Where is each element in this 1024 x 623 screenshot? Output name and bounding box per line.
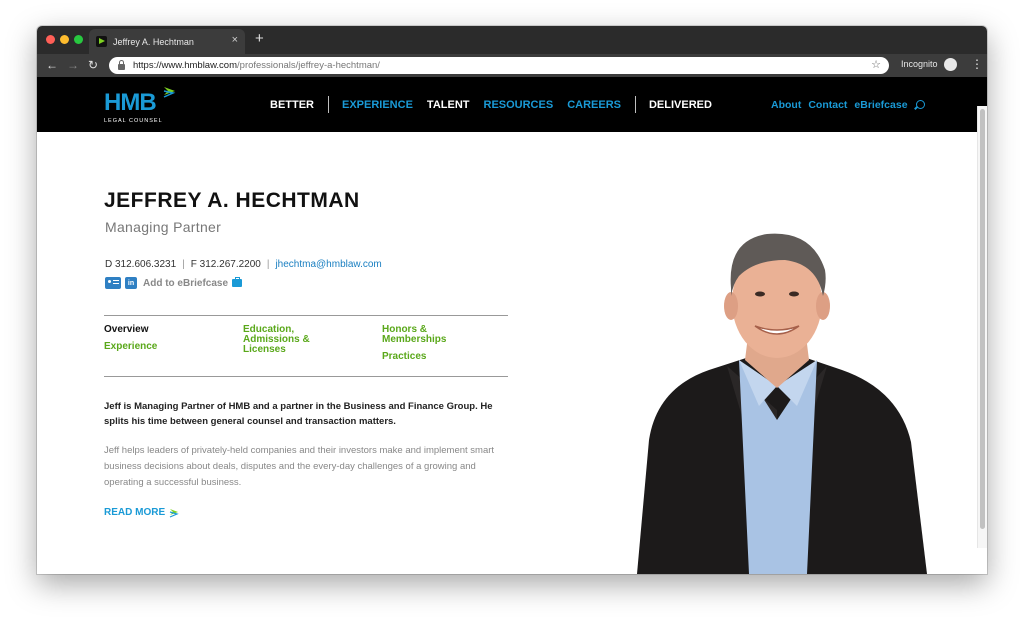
page-scrollbar[interactable] [977, 106, 987, 548]
tab-close-icon[interactable]: × [232, 34, 238, 46]
tab-honors[interactable]: Honors & Memberships [382, 325, 472, 345]
nav-item-experience[interactable]: EXPERIENCE [342, 99, 413, 111]
nav-divider [634, 96, 636, 113]
tab-practices[interactable]: Practices [382, 352, 426, 362]
url-host: https://www.hmblaw.com [133, 60, 238, 71]
tab-bar: Jeffrey A. Hechtman × + [37, 26, 987, 54]
close-window-button[interactable] [46, 35, 55, 44]
read-more-link[interactable]: READ MORE [104, 507, 180, 518]
browser-tab[interactable]: Jeffrey A. Hechtman × [89, 29, 245, 54]
nav-item-talent[interactable]: TALENT [427, 99, 470, 111]
profile-body: Jeff helps leaders of privately-held com… [104, 445, 495, 488]
logo-wordmark: HMB [104, 89, 157, 116]
lock-icon [118, 59, 125, 70]
contact-separator: | [266, 259, 270, 270]
profile-name: JEFFREY A. HECHTMAN [104, 189, 360, 212]
incognito-label: Incognito [901, 59, 938, 69]
profile-title: Managing Partner [105, 219, 222, 235]
hmb-logo[interactable]: HMB LEGAL COUNSEL [104, 84, 184, 128]
contact-line: D 312.606.3231 | F 312.267.2200 | jhecht… [105, 259, 382, 270]
fax-number: F 312.267.2200 [190, 259, 261, 270]
reload-button[interactable]: ↻ [88, 58, 98, 72]
util-link-contact[interactable]: Contact [808, 99, 847, 111]
tab-title: Jeffrey A. Hechtman [113, 36, 194, 47]
profile-intro: Jeff is Managing Partner of HMB and a pa… [104, 401, 493, 427]
maximize-window-button[interactable] [74, 35, 83, 44]
profile-tabs: Overview Experience Education, Admission… [104, 315, 508, 377]
scrollbar-thumb[interactable] [980, 109, 985, 529]
logo-arrow-icon [163, 87, 176, 98]
forward-button[interactable]: → [67, 58, 79, 72]
briefcase-icon[interactable] [232, 277, 243, 287]
utility-nav: About Contact eBriefcase [771, 77, 925, 132]
new-tab-button[interactable]: + [255, 31, 264, 46]
profile-actions: in Add to eBriefcase [105, 277, 243, 289]
search-icon[interactable] [915, 100, 925, 109]
profile-content: JEFFREY A. HECHTMAN Managing Partner D 3… [37, 132, 977, 574]
vcard-icon[interactable] [105, 277, 121, 289]
add-to-ebriefcase-link[interactable]: Add to eBriefcase [143, 278, 228, 289]
tab-education[interactable]: Education, Admissions & Licenses [243, 325, 333, 355]
favicon-icon [96, 36, 107, 47]
nav-item-better[interactable]: BETTER [270, 99, 314, 111]
nav-divider [328, 96, 329, 113]
tab-overview[interactable]: Overview [104, 325, 148, 335]
tab-experience[interactable]: Experience [104, 342, 157, 352]
url-path: /professionals/jeffrey-a-hechtman/ [237, 60, 380, 71]
incognito-icon[interactable] [944, 58, 957, 71]
read-more-label: READ MORE [104, 507, 166, 518]
email-link[interactable]: jhechtma@hmblaw.com [275, 259, 381, 270]
util-link-ebriefcase[interactable]: eBriefcase [854, 99, 907, 111]
util-link-about[interactable]: About [771, 99, 801, 111]
arrow-chevron-icon [169, 508, 179, 518]
direct-phone[interactable]: D 312.606.3231 [105, 259, 176, 270]
profile-photo [637, 233, 927, 574]
logo-tagline: LEGAL COUNSEL [104, 118, 163, 124]
address-bar[interactable]: https://www.hmblaw.com/professionals/jef… [109, 57, 889, 74]
nav-item-resources[interactable]: RESOURCES [484, 99, 554, 111]
back-button[interactable]: ← [46, 58, 58, 72]
browser-menu-icon[interactable]: ⋮ [971, 57, 983, 71]
bookmark-star-icon[interactable]: ☆ [871, 58, 881, 71]
contact-separator: | [182, 259, 185, 270]
site-header: HMB LEGAL COUNSEL BETTER EXPERIENCE TALE… [37, 77, 987, 132]
browser-toolbar: ← → ↻ https://www.hmblaw.com/professiona… [37, 54, 987, 77]
linkedin-icon[interactable]: in [125, 277, 137, 289]
minimize-window-button[interactable] [60, 35, 69, 44]
nav-item-careers[interactable]: CAREERS [567, 99, 621, 111]
main-nav: BETTER EXPERIENCE TALENT RESOURCES CAREE… [270, 77, 726, 132]
nav-item-delivered[interactable]: DELIVERED [649, 99, 712, 111]
